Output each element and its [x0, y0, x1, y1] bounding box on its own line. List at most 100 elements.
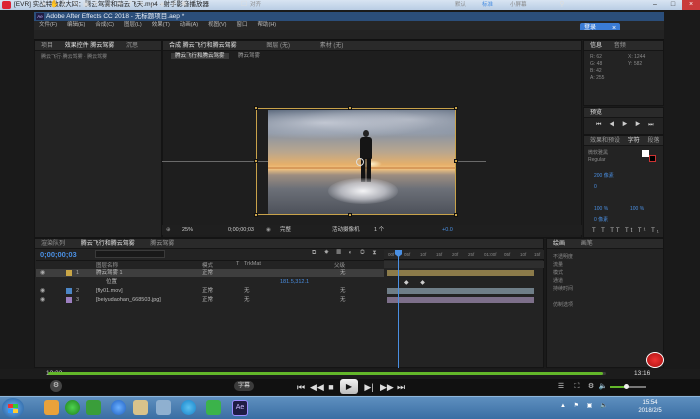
zoom-dropdown[interactable]: 25%: [182, 225, 193, 235]
vertical-scale-field[interactable]: 100 %: [594, 206, 608, 212]
timeline-switch-icons[interactable]: ⧉ ☀ ▦ ◐ ◎ ⧗: [312, 250, 380, 257]
folder-icon[interactable]: [133, 400, 148, 415]
snapshot-icon[interactable]: ◉: [266, 225, 271, 235]
tab-contemplate[interactable]: 沉思: [126, 43, 138, 49]
transform-handle[interactable]: [254, 159, 258, 163]
tab-project[interactable]: 项目: [41, 43, 53, 49]
app-green-icon[interactable]: [86, 400, 101, 415]
layer-duration-bar[interactable]: [387, 288, 534, 294]
views-dropdown[interactable]: 1 个: [374, 225, 384, 235]
type-tool-icon[interactable]: T: [126, 1, 134, 9]
roto-brush-tool-icon[interactable]: ✐: [170, 1, 178, 9]
close-icon[interactable]: ×: [682, 0, 700, 10]
tab-effect-controls[interactable]: 效果控件 腾云驾雾: [65, 43, 115, 49]
tab-composition[interactable]: 合成 腾云飞行和腾云驾雾: [169, 43, 237, 49]
tab-preview[interactable]: 预览: [590, 110, 602, 116]
label-color-swatch[interactable]: [66, 297, 72, 303]
tab-render-queue[interactable]: 渲染队列: [41, 241, 65, 247]
table-row[interactable]: ◉ 1 腾云驾雾 1 正常 无: [36, 269, 384, 277]
workspace-small-screen[interactable]: 小屏幕: [510, 1, 527, 9]
magnify-icon[interactable]: ⊕: [166, 225, 171, 235]
anchor-point-icon[interactable]: [356, 158, 364, 166]
snap-checkbox[interactable]: ☐: [240, 1, 248, 9]
camera-dropdown[interactable]: 活动摄像机: [332, 225, 360, 235]
layer-name[interactable]: [fly01.mov]: [96, 287, 123, 295]
zoom-tool-icon[interactable]: ⚲: [60, 1, 68, 9]
font-size-field[interactable]: 200 像素: [594, 172, 614, 179]
transform-handle[interactable]: [454, 106, 458, 110]
layer-duration-bar[interactable]: [387, 270, 534, 276]
tab-character[interactable]: 字符: [628, 138, 640, 144]
label-color-swatch[interactable]: [66, 270, 72, 276]
floating-red-badge-icon[interactable]: [646, 352, 664, 368]
layer-name[interactable]: [beiyudaohan_668503.jpg]: [96, 296, 161, 304]
layer-duration-bar[interactable]: [387, 297, 534, 303]
eye-icon[interactable]: ◉: [40, 270, 46, 276]
tab-effects-presets[interactable]: 效果和预设: [590, 138, 620, 144]
volume-knob[interactable]: [624, 384, 629, 389]
rectangle-tool-icon[interactable]: ▭: [104, 1, 112, 9]
tracking-field[interactable]: 0: [594, 184, 597, 190]
paint-opacity[interactable]: 不透明度: [553, 253, 573, 260]
transform-handle[interactable]: [454, 159, 458, 163]
puppet-tool-icon[interactable]: ✱: [180, 1, 188, 9]
step-forward-icon[interactable]: ▶|: [364, 381, 374, 393]
horizontal-scale-field[interactable]: 100 %: [630, 206, 644, 212]
clone-options[interactable]: 仿制选项: [553, 301, 573, 308]
menu-edit[interactable]: 编辑(E): [62, 21, 90, 30]
time-ruler[interactable]: 00f 05f 10f 15f 20f 25f 01:00f 05f 10f 1…: [384, 250, 544, 260]
previous-icon[interactable]: ⏮: [296, 381, 306, 393]
fullscreen-icon[interactable]: ⛶: [572, 381, 582, 393]
app-blue-icon[interactable]: [111, 400, 126, 415]
table-row[interactable]: ◉ 3 [beiyudaohan_668503.jpg] 正常 无 无: [36, 296, 384, 304]
layer-trkmat[interactable]: 无: [244, 287, 250, 295]
subtab-cloud-comp[interactable]: 腾云驾雾: [238, 53, 260, 59]
stroke-color-swatch[interactable]: [649, 155, 656, 162]
col-layer-name[interactable]: 图层名称: [96, 261, 118, 269]
text-style-buttons[interactable]: T T TT Tt T¹ T₁: [592, 228, 661, 234]
tab-cloud-timeline[interactable]: 腾云驾雾: [150, 241, 174, 247]
menu-animation[interactable]: 动画(A): [175, 21, 203, 30]
table-row[interactable]: 位置 181.5,312.1: [36, 278, 384, 286]
play-button[interactable]: ▶: [340, 379, 358, 394]
preview-transport[interactable]: ⏮ ◀ ▶ ▶ ⏭: [596, 122, 657, 129]
eye-icon[interactable]: ◉: [40, 297, 46, 303]
android-app-icon[interactable]: [206, 400, 221, 415]
timeline-search-input[interactable]: [95, 250, 165, 258]
settings-icon[interactable]: ⚙: [586, 381, 596, 393]
stop-icon[interactable]: ■: [326, 381, 336, 393]
timeline-current-time[interactable]: 0;00;00;03: [40, 250, 77, 259]
table-row[interactable]: ◉ 2 [fly01.mov] 正常 无 无: [36, 287, 384, 295]
clone-stamp-tool-icon[interactable]: ⊥: [148, 1, 156, 9]
hand-tool-icon[interactable]: ✋: [50, 1, 59, 9]
work-area-bar[interactable]: [384, 261, 544, 268]
workspace-standard[interactable]: 标准: [482, 1, 493, 9]
menu-window[interactable]: 窗口: [231, 21, 252, 30]
tab-audio[interactable]: 音频: [614, 43, 626, 49]
fill-color-swatch[interactable]: [642, 150, 649, 157]
camera-tool-icon[interactable]: ▣: [82, 1, 90, 9]
rewind-icon[interactable]: ◀◀: [310, 381, 324, 393]
paint-duration[interactable]: 持续时间: [553, 285, 573, 292]
layer-mode[interactable]: 正常: [202, 296, 213, 304]
baseline-shift-field[interactable]: 0 像素: [594, 216, 608, 223]
tab-paint[interactable]: 绘画: [553, 241, 565, 247]
tab-main-timeline[interactable]: 腾云飞行和腾云驾雾: [81, 241, 135, 247]
paint-mode[interactable]: 模式: [553, 269, 563, 276]
font-family-dropdown[interactable]: 微软雅黑: [588, 149, 608, 156]
layer-parent[interactable]: 无: [340, 287, 346, 295]
label-color-swatch[interactable]: [66, 288, 72, 294]
volume-icon[interactable]: 🔈: [598, 381, 608, 393]
layer-parent[interactable]: 无: [340, 269, 346, 277]
minimize-icon[interactable]: –: [646, 0, 664, 10]
subtitle-button[interactable]: 字幕: [234, 381, 254, 391]
paint-channels[interactable]: 通道: [553, 277, 563, 284]
paint-flow[interactable]: 流量: [553, 261, 563, 268]
transform-handle[interactable]: [348, 106, 352, 110]
col-trkmat[interactable]: TrkMat: [244, 261, 261, 267]
font-style-dropdown[interactable]: Regular: [588, 157, 606, 163]
layer-name[interactable]: 腾云驾雾 1: [96, 269, 123, 277]
col-t[interactable]: T: [236, 261, 239, 267]
layer-mode[interactable]: 正常: [202, 287, 213, 295]
tab-layer[interactable]: 图层 (无): [266, 43, 290, 49]
